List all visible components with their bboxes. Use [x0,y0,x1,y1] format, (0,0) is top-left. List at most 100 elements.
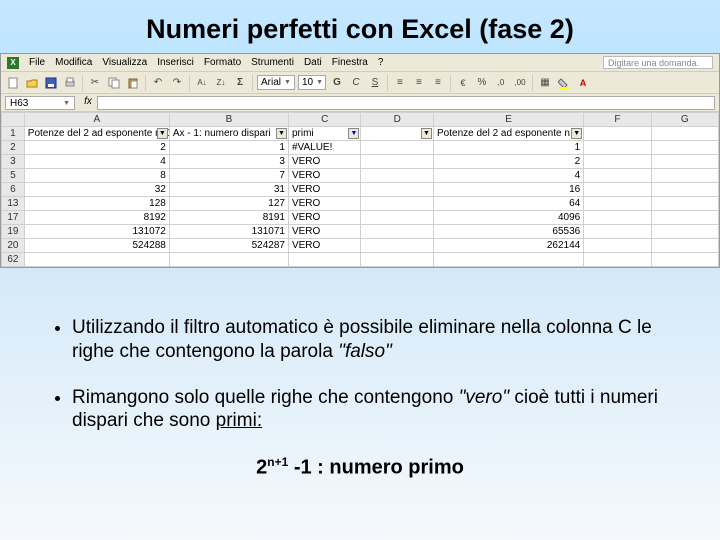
menu-strumenti[interactable]: Strumenti [251,57,294,68]
row-header[interactable]: 1 [2,127,25,141]
align-left-icon[interactable]: ≡ [392,75,408,91]
col-header-G[interactable]: G [651,113,718,127]
cell[interactable]: 524288 [24,239,169,253]
col-header-A[interactable]: A [24,113,169,127]
cell[interactable] [288,253,361,267]
cell[interactable] [651,127,718,141]
row-header[interactable]: 3 [2,155,25,169]
cell[interactable] [361,225,434,239]
menu-inserisci[interactable]: Inserisci [157,57,194,68]
cell[interactable] [651,183,718,197]
cell[interactable]: 4 [434,169,584,183]
cell[interactable] [584,225,651,239]
currency-icon[interactable]: € [455,75,471,91]
cell[interactable]: 2 [434,155,584,169]
print-icon[interactable] [62,75,78,91]
cell[interactable] [651,253,718,267]
cell[interactable] [169,253,288,267]
row-header[interactable]: 17 [2,211,25,225]
cell[interactable] [584,155,651,169]
menu-dati[interactable]: Dati [304,57,322,68]
filter-dropdown-icon[interactable]: ▼ [157,128,168,139]
row-header[interactable]: 13 [2,197,25,211]
formula-input[interactable] [97,96,715,110]
align-right-icon[interactable]: ≡ [430,75,446,91]
cell[interactable]: 131071 [169,225,288,239]
cell[interactable]: primi▼ [288,127,361,141]
cell[interactable]: 31 [169,183,288,197]
cell[interactable]: VERO [288,155,361,169]
cell[interactable]: 16 [434,183,584,197]
menu-finestra[interactable]: Finestra [332,57,368,68]
sort-asc-icon[interactable]: A↓ [194,75,210,91]
cell[interactable]: 8192 [24,211,169,225]
cell[interactable] [361,253,434,267]
filter-dropdown-icon[interactable]: ▼ [276,128,287,139]
col-header-C[interactable]: C [288,113,361,127]
open-icon[interactable] [24,75,40,91]
filter-dropdown-icon[interactable]: ▼ [421,128,432,139]
menu-visualizza[interactable]: Visualizza [102,57,147,68]
decimal-dec-icon[interactable]: ,00 [512,75,528,91]
cell[interactable] [651,141,718,155]
cell[interactable] [584,239,651,253]
col-header-E[interactable]: E [434,113,584,127]
cell[interactable] [434,253,584,267]
cell[interactable]: 127 [169,197,288,211]
cell[interactable]: 8 [24,169,169,183]
sum-icon[interactable]: Σ [232,75,248,91]
row-header[interactable]: 5 [2,169,25,183]
cell[interactable] [584,253,651,267]
menu-file[interactable]: File [29,57,45,68]
name-box[interactable]: H63▼ [5,96,75,110]
cell[interactable]: VERO [288,211,361,225]
row-header[interactable]: 2 [2,141,25,155]
underline-button[interactable]: S [367,75,383,91]
cell[interactable]: 4096 [434,211,584,225]
row-header[interactable]: 20 [2,239,25,253]
cell[interactable]: VERO [288,183,361,197]
cell[interactable] [584,141,651,155]
font-color-icon[interactable]: A [575,75,591,91]
cell[interactable]: 64 [434,197,584,211]
cell[interactable]: VERO [288,197,361,211]
cell[interactable]: 4 [24,155,169,169]
cell[interactable]: Potenze del 2 ad esponente n▼ [434,127,584,141]
cell[interactable]: 65536 [434,225,584,239]
redo-icon[interactable]: ↷ [169,75,185,91]
cut-icon[interactable]: ✂ [87,75,103,91]
cell[interactable] [584,211,651,225]
cell[interactable]: Potenze del 2 ad esponente n+1▼ [24,127,169,141]
cell[interactable] [361,169,434,183]
bold-button[interactable]: G [329,75,345,91]
cell[interactable]: 2 [24,141,169,155]
cell[interactable] [361,239,434,253]
cell[interactable] [584,183,651,197]
cell[interactable] [651,169,718,183]
col-header-D[interactable]: D [361,113,434,127]
filter-dropdown-icon[interactable]: ▼ [571,128,582,139]
decimal-inc-icon[interactable]: ,0 [493,75,509,91]
row-header[interactable]: 62 [2,253,25,267]
new-icon[interactable] [5,75,21,91]
col-header-F[interactable]: F [584,113,651,127]
cell[interactable] [651,197,718,211]
cell[interactable]: VERO [288,225,361,239]
cell[interactable]: 524287 [169,239,288,253]
align-center-icon[interactable]: ≡ [411,75,427,91]
paste-icon[interactable] [125,75,141,91]
cell[interactable] [361,141,434,155]
cell[interactable]: Ax - 1: numero dispari▼ [169,127,288,141]
cell[interactable]: 1 [169,141,288,155]
spreadsheet-grid[interactable]: A B C D E F G 1 Potenze del 2 ad esponen… [1,112,719,267]
cell[interactable]: 262144 [434,239,584,253]
cell[interactable]: 8191 [169,211,288,225]
cell[interactable]: 131072 [24,225,169,239]
fill-color-icon[interactable] [556,75,572,91]
cell[interactable]: #VALUE! [288,141,361,155]
cell[interactable]: 32 [24,183,169,197]
cell[interactable]: VERO [288,239,361,253]
italic-button[interactable]: C [348,75,364,91]
cell[interactable] [361,197,434,211]
cell[interactable] [584,169,651,183]
